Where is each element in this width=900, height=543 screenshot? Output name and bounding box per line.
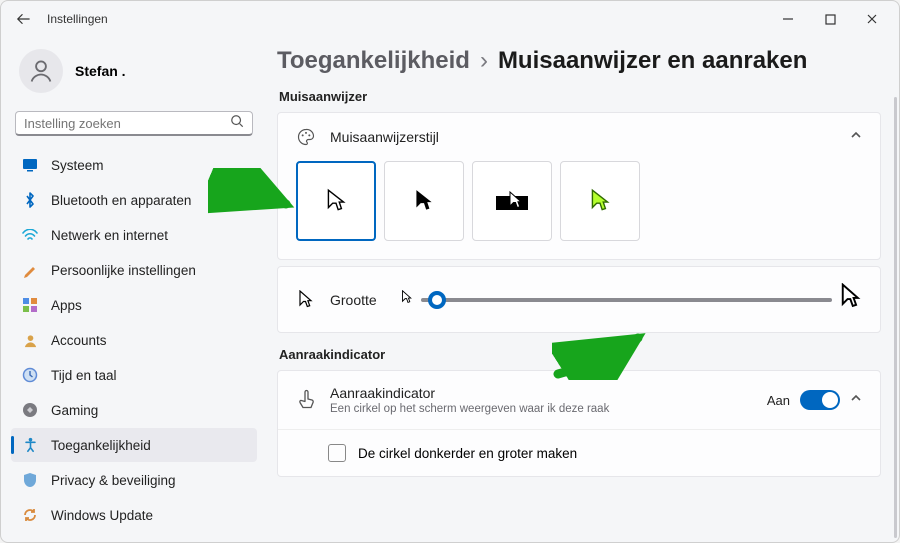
sidebar-item-bluetooth[interactable]: Bluetooth en apparaten [11,183,257,217]
sidebar: Stefan . Systeem Bluetooth en apparaten … [1,37,267,542]
sidebar-item-label: Windows Update [51,508,153,523]
sidebar-item-update[interactable]: Windows Update [11,498,257,532]
sidebar-item-label: Systeem [51,158,104,173]
pointer-size-row: Grootte [278,267,880,332]
network-icon [21,226,39,244]
main-content: Toegankelijkheid › Muisaanwijzer en aanr… [267,37,899,542]
cursor-small-icon [401,290,413,310]
sidebar-item-privacy[interactable]: Privacy & beveiliging [11,463,257,497]
sidebar-item-personalize[interactable]: Persoonlijke instellingen [11,253,257,287]
touch-indicator-label: Aanraakindicator [330,385,609,401]
cursor-large-icon [840,283,862,316]
pointer-style-white[interactable] [296,161,376,241]
sidebar-item-label: Tijd en taal [51,368,117,383]
avatar-icon [19,49,63,93]
gaming-icon [21,401,39,419]
sidebar-item-label: Gaming [51,403,98,418]
sidebar-item-label: Toegankelijkheid [51,438,151,453]
chevron-right-icon: › [480,47,488,75]
titlebar: Instellingen [1,1,899,37]
settings-window: Instellingen Stefan . Systeem [0,0,900,543]
sidebar-item-label: Privacy & beveiliging [51,473,176,488]
chevron-up-icon [850,128,862,146]
pointer-style-row[interactable]: Muisaanwijzerstijl [278,113,880,161]
update-icon [21,506,39,524]
time-icon [21,366,39,384]
personalize-icon [21,261,39,279]
breadcrumb-parent[interactable]: Toegankelijkheid [277,47,470,75]
pointer-size-card: Grootte [277,266,881,333]
section-pointer-title: Muisaanwijzer [279,89,879,104]
window-controls [767,3,893,35]
accounts-icon [21,331,39,349]
sidebar-item-label: Apps [51,298,82,313]
sidebar-item-label: Bluetooth en apparaten [51,193,191,208]
touch-indicator-row[interactable]: Aanraakindicator Een cirkel op het scher… [278,371,880,429]
privacy-icon [21,471,39,489]
search-input[interactable] [24,116,230,131]
touch-darker-row[interactable]: De cirkel donkerder en groter maken [278,429,880,476]
sidebar-item-gaming[interactable]: Gaming [11,393,257,427]
breadcrumb: Toegankelijkheid › Muisaanwijzer en aanr… [277,47,881,75]
apps-icon [21,296,39,314]
breadcrumb-current: Muisaanwijzer en aanraken [498,47,807,75]
maximize-button[interactable] [809,3,851,35]
pointer-size-label: Grootte [330,292,377,308]
search-box[interactable] [15,111,253,136]
darker-checkbox[interactable] [328,444,346,462]
sidebar-item-accessibility[interactable]: Toegankelijkheid [11,428,257,462]
sidebar-item-label: Accounts [51,333,107,348]
pointer-style-custom[interactable] [560,161,640,241]
scrollbar[interactable] [894,97,897,538]
touch-indicator-card: Aanraakindicator Een cirkel op het scher… [277,370,881,477]
size-slider[interactable] [421,298,832,302]
pointer-style-label: Muisaanwijzerstijl [330,129,439,145]
darker-checkbox-label: De cirkel donkerder en groter maken [358,446,577,461]
touch-icon [296,390,316,410]
pointer-style-black[interactable] [384,161,464,241]
sidebar-item-network[interactable]: Netwerk en internet [11,218,257,252]
pointer-style-options [278,161,880,259]
cursor-icon [296,290,316,310]
slider-thumb[interactable] [428,291,446,309]
sidebar-item-system[interactable]: Systeem [11,148,257,182]
pointer-style-inverted[interactable] [472,161,552,241]
system-icon [21,156,39,174]
sidebar-item-label: Netwerk en internet [51,228,168,243]
toggle-state-label: Aan [767,393,790,408]
accessibility-icon [21,436,39,454]
user-name: Stefan . [75,63,126,79]
nav-list: Systeem Bluetooth en apparaten Netwerk e… [11,148,257,532]
sidebar-item-accounts[interactable]: Accounts [11,323,257,357]
close-button[interactable] [851,3,893,35]
chevron-up-icon [850,391,862,409]
back-button[interactable] [7,3,39,35]
user-profile[interactable]: Stefan . [11,43,257,111]
section-touch-title: Aanraakindicator [279,347,879,362]
touch-indicator-sub: Een cirkel op het scherm weergeven waar … [330,403,609,415]
sidebar-item-label: Persoonlijke instellingen [51,263,196,278]
palette-icon [296,127,316,147]
pointer-style-card: Muisaanwijzerstijl [277,112,881,260]
app-title: Instellingen [47,12,108,26]
sidebar-item-apps[interactable]: Apps [11,288,257,322]
search-icon [230,114,244,133]
bluetooth-icon [21,191,39,209]
sidebar-item-time[interactable]: Tijd en taal [11,358,257,392]
minimize-button[interactable] [767,3,809,35]
touch-toggle[interactable] [800,390,840,410]
